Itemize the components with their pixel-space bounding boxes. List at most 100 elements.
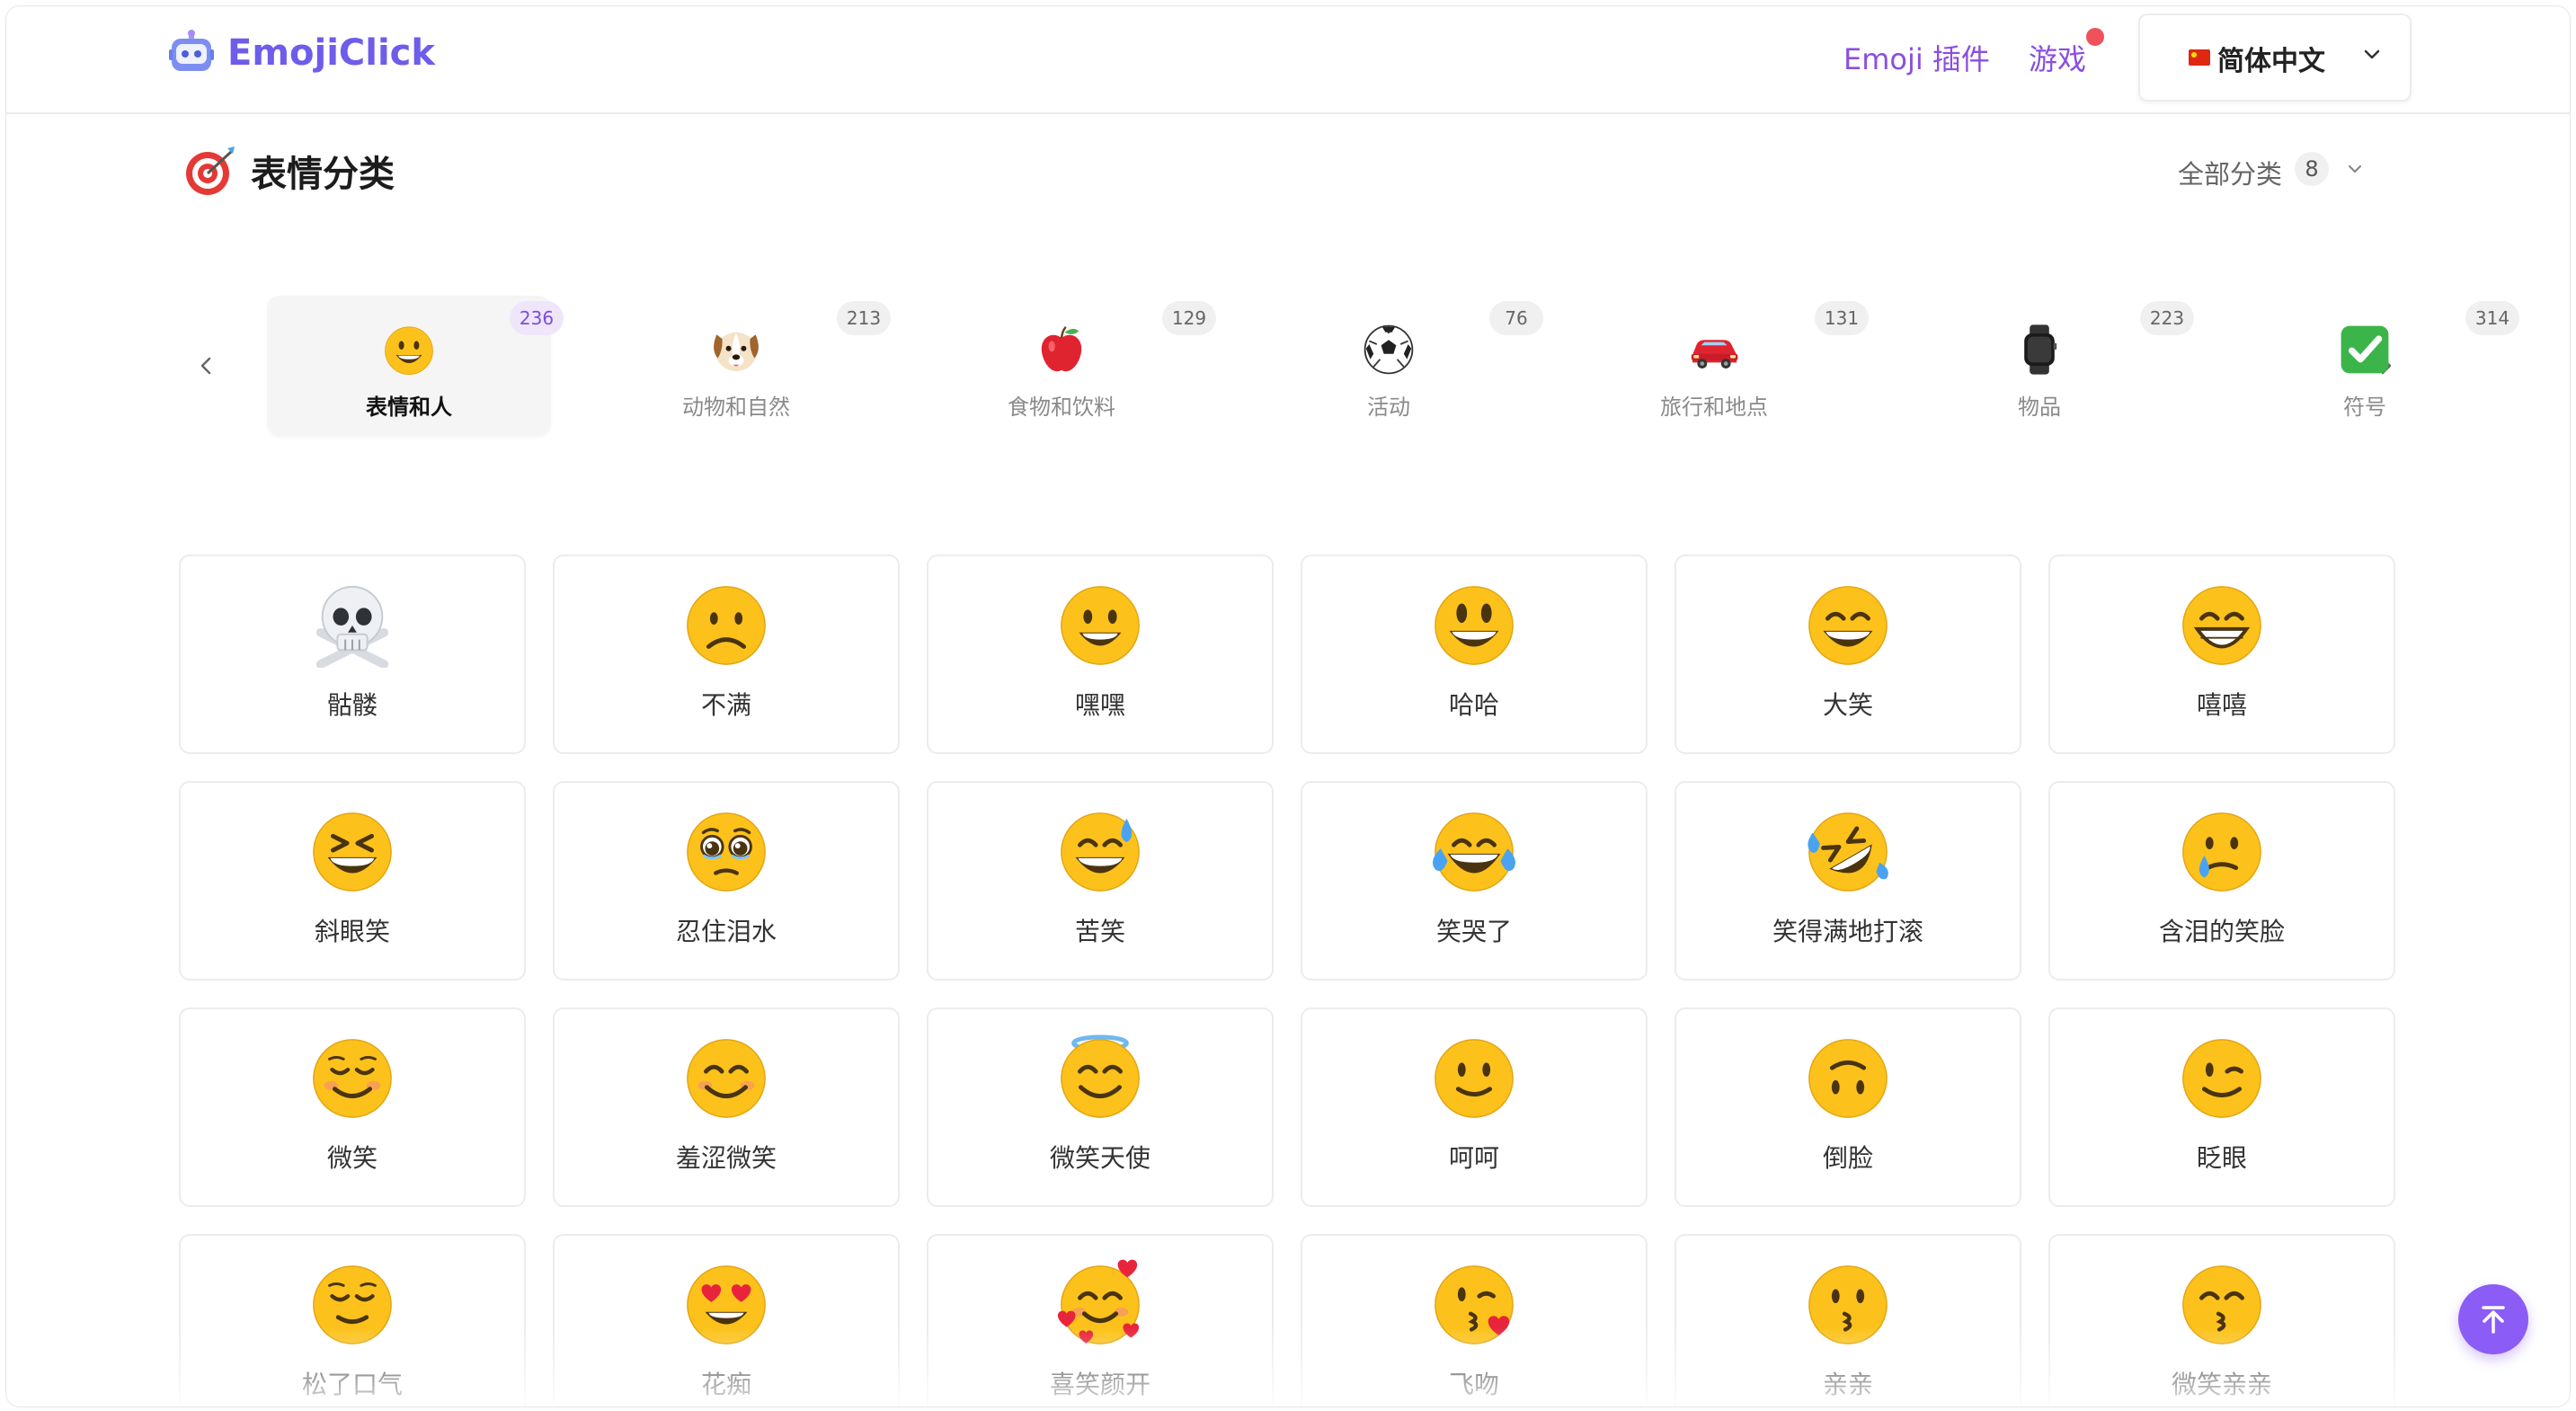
emoji-card[interactable]: 亲亲 [1674, 1234, 2021, 1407]
emoji-card[interactable]: 斜眼笑 [179, 781, 526, 981]
category-count-badge: 223 [2140, 301, 2194, 335]
category-tab[interactable]: 活动 76 [1247, 296, 1543, 436]
category-tab-label: 物品 [2018, 395, 2061, 420]
halo-face-icon [1061, 1034, 1140, 1118]
top-header: EmojiClick Emoji 插件 游戏 简体中文 [6, 6, 2570, 114]
emoji-label: 喜笑颜开 [1049, 1370, 1150, 1399]
emoji-card[interactable]: 微笑亲亲 [2048, 1234, 2395, 1407]
category-tab-label: 符号 [2343, 395, 2386, 420]
category-count-badge: 131 [1815, 301, 1869, 335]
category-tab-label: 动物和自然 [682, 395, 790, 420]
squinting-face-icon [313, 812, 392, 892]
category-tab[interactable]: 食物和饮料 129 [919, 296, 1216, 436]
chevron-down-icon[interactable] [2343, 157, 2367, 181]
emoji-card[interactable]: 松了口气 [179, 1234, 526, 1407]
emoji-card[interactable]: 忍住泪水 [553, 781, 900, 981]
grinning-face-icon [385, 326, 433, 376]
emoji-card[interactable]: 苦笑 [927, 781, 1274, 981]
grinning-sweat-icon [1061, 812, 1140, 892]
emoji-label: 骷髅 [326, 690, 378, 720]
chevron-down-icon [2364, 49, 2380, 59]
emoji-card[interactable]: 眨眼 [2048, 1007, 2395, 1207]
emoji-card[interactable]: 微笑 [179, 1007, 526, 1207]
emoji-card[interactable]: 骷髅 [179, 555, 526, 754]
category-tab[interactable]: 物品 223 [1897, 296, 2194, 436]
upside-down-face-icon [1808, 1039, 1888, 1118]
section-heading: 表情分类 [182, 143, 395, 199]
category-count-badge: 213 [837, 301, 891, 335]
emoji-label: 不满 [700, 690, 751, 720]
emoji-card[interactable]: 笑哭了 [1301, 781, 1648, 981]
blush-face-icon [687, 1039, 766, 1118]
tears-of-joy-icon [1433, 812, 1515, 892]
category-tab[interactable]: 旅行和地点 131 [1572, 296, 1869, 436]
emoji-card[interactable]: 喜笑颜开 [927, 1234, 1274, 1407]
language-selector[interactable]: 简体中文 [2138, 13, 2412, 102]
direct-hit-icon [186, 146, 235, 195]
category-tab[interactable]: 符号 314 [2223, 296, 2519, 436]
category-count-badge: 76 [1489, 301, 1543, 335]
emoji-card[interactable]: 大笑 [1674, 555, 2021, 754]
emoji-card[interactable]: 哈哈 [1301, 555, 1648, 754]
category-tab[interactable]: 动物和自然 213 [594, 296, 891, 436]
dog-face-icon [714, 332, 759, 371]
frowning-face-icon [687, 586, 766, 665]
emoji-label: 松了口气 [301, 1370, 403, 1399]
nav-emoji-plugin-link[interactable]: Emoji 插件 [1843, 37, 1990, 78]
emoji-card[interactable]: 嘻嘻 [2048, 555, 2395, 754]
brand-name: EmojiClick [227, 32, 435, 74]
emoji-label: 忍住泪水 [675, 917, 777, 946]
kissing-face-icon [1808, 1265, 1888, 1344]
brand-logo[interactable]: EmojiClick [168, 30, 435, 76]
emoji-card[interactable]: 飞吻 [1301, 1234, 1648, 1407]
language-label: 简体中文 [2217, 46, 2325, 77]
nav-games-link[interactable]: 游戏 [2029, 37, 2086, 78]
slight-smile-icon [1435, 1039, 1514, 1118]
relieved-face-icon [313, 1265, 392, 1344]
emoji-card[interactable]: 含泪的笑脸 [2048, 781, 2395, 981]
grinning-big-eyes-icon [1435, 586, 1514, 665]
emoji-label: 羞涩微笑 [675, 1143, 777, 1173]
china-flag-icon [2189, 49, 2210, 66]
emoji-card[interactable]: 笑得满地打滚 [1674, 781, 2021, 981]
blowing-kiss-icon [1435, 1265, 1514, 1344]
emoji-card[interactable]: 羞涩微笑 [553, 1007, 900, 1207]
emoji-label: 大笑 [1822, 690, 1873, 720]
emoji-label: 嘿嘿 [1074, 690, 1125, 720]
red-apple-icon [1041, 325, 1082, 372]
emoji-label: 亲亲 [1822, 1370, 1873, 1399]
emoji-card[interactable]: 微笑天使 [927, 1007, 1274, 1207]
emoji-label: 微笑 [326, 1143, 378, 1173]
smiling-face-icon [313, 1039, 392, 1118]
arrow-up-icon [2482, 1306, 2505, 1334]
category-tab-label: 活动 [1367, 395, 1410, 420]
emoji-label: 微笑天使 [1049, 1143, 1150, 1173]
all-categories-toggle[interactable]: 全部分类 [2178, 154, 2282, 191]
carousel-prev-arrow[interactable] [191, 351, 220, 380]
rolling-laughing-icon [1808, 812, 1888, 892]
grinning-face-icon [1061, 586, 1140, 665]
emoji-card[interactable]: 花痴 [553, 1234, 900, 1407]
emoji-label: 微笑亲亲 [2171, 1370, 2272, 1399]
section-title: 表情分类 [251, 154, 395, 195]
holding-back-tears-icon [687, 812, 766, 892]
category-count-badge: 129 [1162, 301, 1216, 335]
category-tab-label: 食物和饮料 [1008, 395, 1115, 420]
emoji-label: 嘻嘻 [2196, 690, 2247, 720]
category-tab[interactable]: 表情和人 236 [267, 296, 564, 436]
emoji-card[interactable]: 倒脸 [1674, 1007, 2021, 1207]
back-to-top-button[interactable] [2458, 1284, 2528, 1354]
emoji-label: 笑得满地打滚 [1772, 917, 1923, 946]
soccer-ball-icon [1364, 324, 1414, 375]
emoji-card[interactable]: 嘿嘿 [927, 555, 1274, 754]
emoji-card[interactable]: 呵呵 [1301, 1007, 1648, 1207]
emoji-card[interactable]: 不满 [553, 555, 900, 754]
check-mark-icon [2341, 325, 2389, 374]
red-car-icon [1691, 340, 1738, 368]
smiling-hearts-icon [1057, 1259, 1140, 1344]
emoji-label: 花痴 [700, 1370, 751, 1399]
kissing-smiling-eyes-icon [2182, 1265, 2261, 1344]
category-tab-label: 表情和人 [366, 395, 452, 420]
notification-dot [2086, 28, 2104, 46]
all-categories-count-badge: 8 [2295, 152, 2329, 186]
